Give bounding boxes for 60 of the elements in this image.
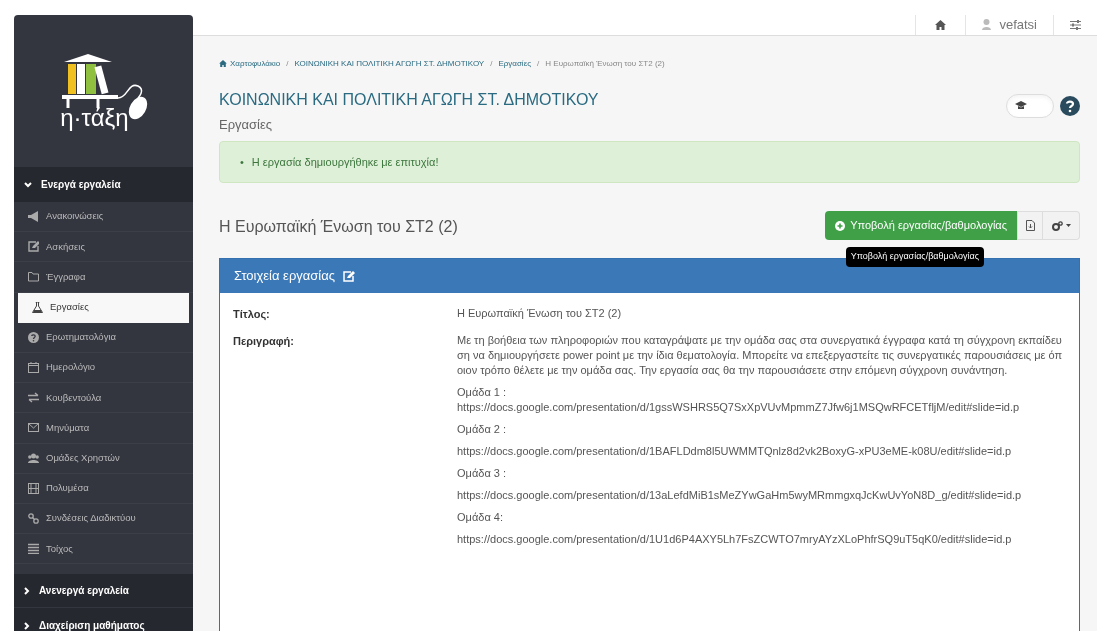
sidebar-section-header[interactable]: Διαχείριση μαθήματος — [14, 608, 193, 631]
edit-icon[interactable] — [343, 270, 356, 282]
sidebar-section-header[interactable]: Ενεργά εργαλεία — [14, 167, 193, 202]
caret-icon — [1065, 224, 1071, 227]
user-icon — [982, 19, 992, 31]
field-label: Τίτλος: — [233, 307, 271, 322]
plus-circle-icon — [835, 220, 846, 231]
alert-message: Η εργασία δημιουργήθηκε με επιτυχία! — [251, 154, 439, 170]
sidebar-item[interactable]: Εργασίες — [18, 292, 189, 323]
field-value: https://docs.google.com/presentation/d/1U1d6P4AXY5Lh7FsZCWTO7mryAYzXLoPhfrSQ9uT5qK0/edit#slide=id.p — [457, 531, 1013, 547]
field-value: Ομάδα 2 : — [457, 421, 508, 437]
breadcrumb-current: Η Ευρωπαϊκή Ένωση του ΣΤ2 (2) — [545, 57, 665, 70]
chevron-down-icon — [24, 181, 32, 188]
bullet: • — [240, 154, 244, 170]
flask-icon — [32, 301, 43, 313]
tooltip: Υποβολή εργασίας/βαθμολογίας — [845, 247, 984, 267]
breadcrumb-link[interactable]: Χαρτοφυλάκιο — [219, 57, 281, 70]
field-value: Με τη βοήθεια των πληροφοριών που καταγράψατε με την ομάδα σας στα συνεργατικά έγγραφα κατά τη σύγχρονη εκπαίδευση να δημιουργήσετε power point με την ίδια θεματολογία. Μπορείτε να επεξεργαστείτε τις συνεργατικές παρουσιάσεις με όποιον τρόπο θέλετε με την ομάδα σας. Την εργασία σας θα την παρουσιάσετε στην επόμενη σύγχρονη συνάντηση. — [457, 332, 1064, 378]
home-icon — [935, 19, 947, 30]
username-link[interactable]: vefatsi — [999, 15, 1037, 35]
home-icon — [219, 60, 227, 67]
course-title: ΚΟΙΝΩΝΙΚΗ ΚΑΙ ΠΟΛΙΤΙΚΗ ΑΓΩΓΗ ΣΤ. ΔΗΜΟΤΙΚΟΥ — [219, 89, 599, 110]
download-button[interactable] — [1017, 211, 1043, 240]
page-subtitle: Εργασίες — [219, 115, 274, 134]
users-icon — [28, 452, 39, 464]
link-icon — [28, 512, 39, 524]
envelope-icon — [28, 422, 39, 434]
assignment-title: Η Ευρωπαϊκή Ένωση του ΣΤ2 (2) — [219, 217, 458, 237]
edit-icon — [28, 241, 39, 253]
breadcrumb-separator: / — [490, 57, 493, 70]
field-label: Περιγραφή: — [233, 333, 295, 349]
field-value: Ομάδα 4: — [457, 509, 504, 525]
breadcrumb-separator: / — [537, 57, 540, 70]
list-icon — [28, 543, 39, 555]
teacher-view-toggle[interactable] — [1006, 93, 1054, 118]
breadcrumb-link[interactable]: Εργασίες — [498, 57, 532, 70]
megaphone-icon — [28, 211, 39, 223]
file-icon — [1025, 220, 1035, 231]
breadcrumb-link[interactable]: ΚΟΙΝΩΝΙΚΗ ΚΑΙ ΠΟΛΙΤΙΚΗ ΑΓΩΓΗ ΣΤ. ΔΗΜΟΤΙΚΟΥ — [294, 57, 485, 70]
field-value: https://docs.google.com/presentation/d/1BAFLDdm8l5UWMMTQnlz8d2vk2BoxyG-xPU3eME-k08U/edit#slide=id.p — [457, 443, 1013, 459]
film-icon — [28, 482, 39, 494]
chevron-right-icon — [24, 586, 30, 595]
options-dropdown-button[interactable] — [1043, 211, 1080, 240]
breadcrumb-separator: / — [286, 57, 289, 70]
graduation-cap-icon — [1015, 101, 1027, 110]
calendar-icon — [28, 362, 39, 374]
logo-text: η·τάξη — [60, 106, 129, 130]
chevron-right-icon — [24, 621, 30, 630]
sliders-icon — [1070, 19, 1081, 30]
panel-title: Στοιχεία εργασίας — [234, 267, 336, 286]
question-icon — [28, 331, 39, 343]
field-value: Η Ευρωπαϊκή Ένωση του ΣΤ2 (2) — [457, 306, 623, 321]
field-value: https://docs.google.com/presentation/d/13aLefdMiB1sMeZYwGaHm5wyMRmmgxqJcKwUvYoN8D_g/edit#slide=id.p — [457, 487, 1023, 503]
sidebar-section-header[interactable]: Ανενεργά εργαλεία — [14, 574, 193, 609]
sidebar-item[interactable]: Ερωτηματολόγια — [14, 322, 193, 353]
folder-icon — [28, 271, 39, 283]
field-value: Ομάδα 1 : https://docs.google.com/presentation/d/1gssWSHRS5Q7SxXpVUvMpmmZ7Jfw6j1MSQwRFCETfljM/edit#slide=id.p — [457, 384, 1021, 415]
help-icon[interactable] — [1060, 95, 1080, 116]
field-value: Ομάδα 3 : — [457, 465, 508, 481]
exchange-arrows-icon — [28, 392, 39, 404]
